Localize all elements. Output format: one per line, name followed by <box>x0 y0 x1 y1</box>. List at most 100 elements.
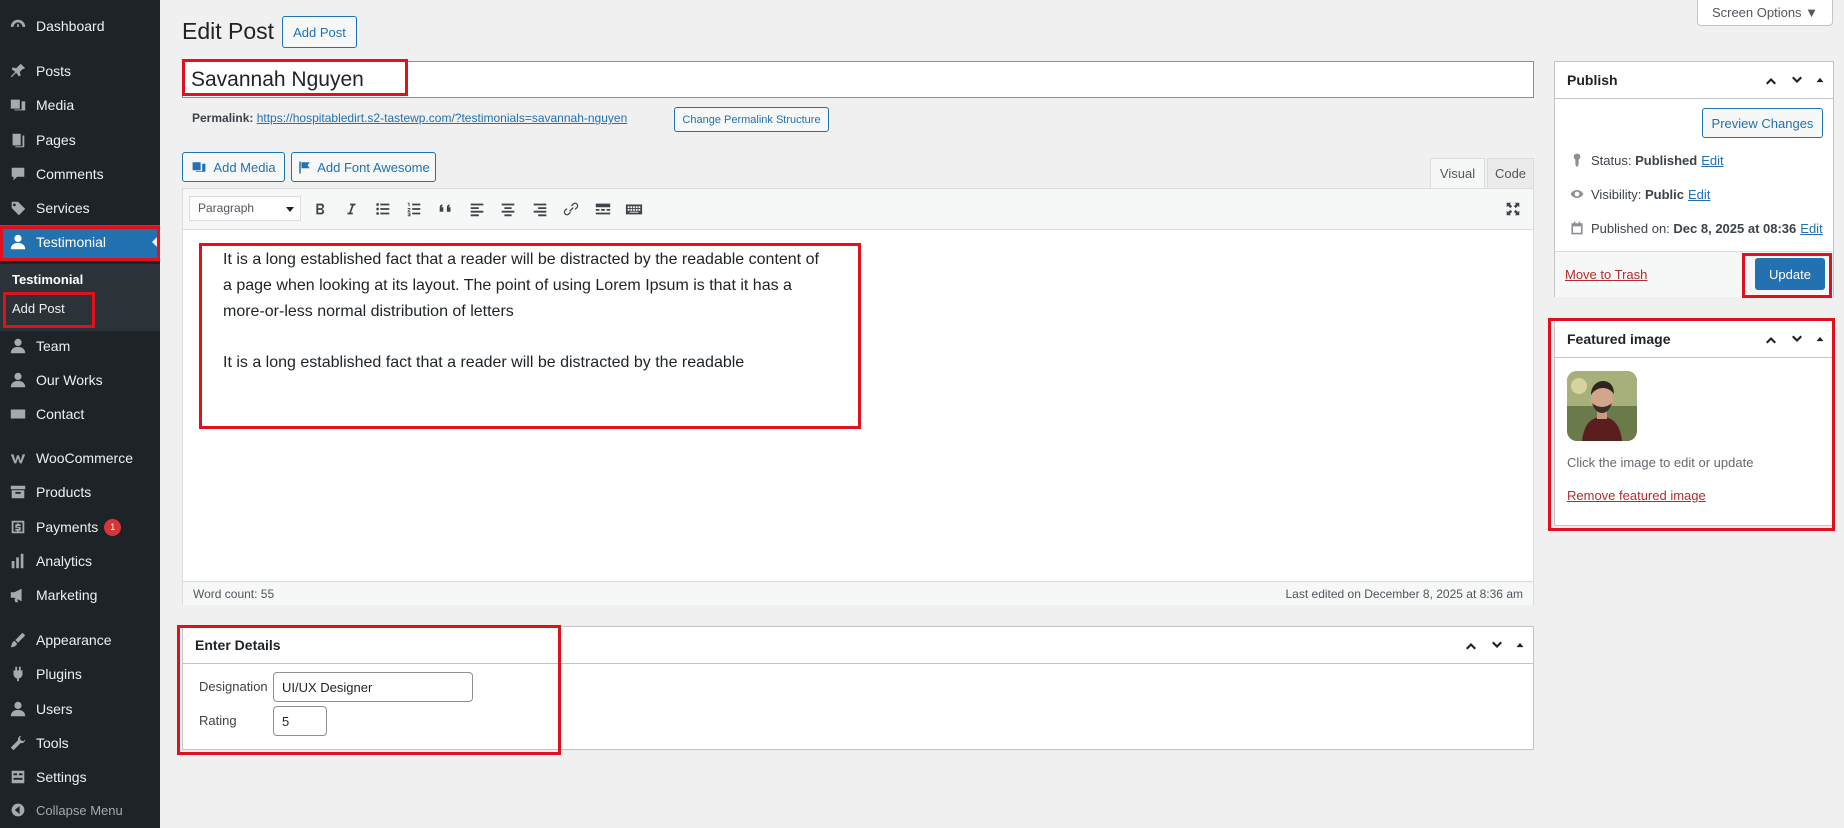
sidebar-item-label: Dashboard <box>36 18 105 34</box>
featured-controls <box>1761 329 1827 349</box>
sidebar-item-label: Marketing <box>36 587 98 603</box>
add-media-button[interactable]: Add Media <box>182 152 285 182</box>
update-button[interactable]: Update <box>1755 258 1825 290</box>
sidebar-item-analytics[interactable]: Analytics <box>0 544 160 578</box>
sidebar-item-marketing[interactable]: Marketing <box>0 578 160 612</box>
collapse-menu-label: Collapse Menu <box>36 802 123 818</box>
add-post-button[interactable]: Add Post <box>282 16 357 48</box>
sidebar-item-woocommerce[interactable]: WooCommerce <box>0 441 160 475</box>
sidebar-item-label: Contact <box>36 406 85 422</box>
link-icon[interactable] <box>560 198 582 220</box>
admin-sidebar: Dashboard Posts Media Pages Comments Ser… <box>0 0 160 828</box>
sidebar-item-contact[interactable]: Contact <box>0 397 160 431</box>
read-more-icon[interactable] <box>592 198 614 220</box>
preview-changes-button[interactable]: Preview Changes <box>1702 108 1823 138</box>
sidebar-item-comments[interactable]: Comments <box>0 157 160 191</box>
sidebar-item-label: Pages <box>36 132 76 148</box>
permalink-label: Permalink: <box>192 111 254 125</box>
publish-header: Publish <box>1555 62 1833 99</box>
screen-options-button[interactable]: Screen Options ▼ <box>1697 0 1833 26</box>
enter-details-metabox: Enter Details Designation Rating <box>182 626 1534 750</box>
fullscreen-icon[interactable] <box>1502 198 1524 220</box>
sidebar-item-dashboard[interactable]: Dashboard <box>0 9 160 43</box>
sidebar-item-pages[interactable]: Pages <box>0 123 160 157</box>
change-permalink-button[interactable]: Change Permalink Structure <box>674 107 829 132</box>
bold-icon[interactable] <box>309 198 331 220</box>
dollar-icon <box>0 518 36 536</box>
sidebar-item-settings[interactable]: Settings <box>0 760 160 794</box>
published-edit-link[interactable]: Edit <box>1800 221 1822 236</box>
move-up-icon[interactable] <box>1461 635 1481 655</box>
align-left-icon[interactable] <box>466 198 488 220</box>
sidebar-item-testimonial[interactable]: Testimonial <box>0 225 160 259</box>
megaphone-icon <box>0 586 36 604</box>
bullet-list-icon[interactable] <box>372 198 394 220</box>
move-down-icon[interactable] <box>1487 635 1507 655</box>
keyboard-icon[interactable] <box>623 198 645 220</box>
tab-visual[interactable]: Visual <box>1430 158 1485 189</box>
align-center-icon[interactable] <box>497 198 519 220</box>
toggle-panel-icon[interactable] <box>1513 635 1527 655</box>
post-title-input[interactable] <box>182 61 1534 98</box>
archive-icon <box>0 483 36 501</box>
toggle-panel-icon[interactable] <box>1813 329 1827 349</box>
editor-content[interactable]: It is a long established fact that a rea… <box>223 247 823 401</box>
woo-icon <box>0 449 36 467</box>
status-edit-link[interactable]: Edit <box>1701 153 1723 168</box>
submenu-item-add-post[interactable]: Add Post <box>12 301 65 316</box>
sidebar-item-our-works[interactable]: Our Works <box>0 363 160 397</box>
publish-controls <box>1761 70 1827 90</box>
format-select[interactable]: Paragraph <box>189 196 301 221</box>
visibility-edit-link[interactable]: Edit <box>1688 187 1710 202</box>
sidebar-item-team[interactable]: Team <box>0 329 160 363</box>
move-down-icon[interactable] <box>1787 329 1807 349</box>
featured-title: Featured image <box>1567 331 1671 347</box>
italic-icon[interactable] <box>340 198 362 220</box>
visibility-row: Visibility: Public Edit <box>1569 186 1710 202</box>
move-down-icon[interactable] <box>1787 70 1807 90</box>
sidebar-item-payments[interactable]: Payments 1 <box>0 510 160 544</box>
submenu-title[interactable]: Testimonial <box>12 272 83 287</box>
featured-image-thumbnail[interactable] <box>1567 371 1637 441</box>
move-to-trash-link[interactable]: Move to Trash <box>1565 267 1647 282</box>
metabox-controls <box>1461 635 1527 655</box>
add-font-awesome-button[interactable]: Add Font Awesome <box>291 152 436 182</box>
sidebar-item-media[interactable]: Media <box>0 88 160 122</box>
sidebar-item-label: Comments <box>36 166 104 182</box>
editor-status-bar: Word count: 55 Last edited on December 8… <box>183 581 1533 605</box>
tab-code[interactable]: Code <box>1487 158 1534 189</box>
flag-icon <box>297 160 312 175</box>
sidebar-item-users[interactable]: Users <box>0 692 160 726</box>
sidebar-item-label: Products <box>36 484 92 500</box>
brush-icon <box>0 631 36 649</box>
post-editor: Paragraph It is a long established fact … <box>182 188 1534 605</box>
rating-input[interactable] <box>273 706 327 736</box>
sidebar-item-label: Testimonial <box>36 234 107 250</box>
dashboard-icon <box>0 17 36 35</box>
move-up-icon[interactable] <box>1761 329 1781 349</box>
blockquote-icon[interactable] <box>435 198 457 220</box>
status-row: Status: Published Edit <box>1569 152 1724 168</box>
sidebar-item-label: Tools <box>36 735 69 751</box>
numbered-list-icon[interactable] <box>403 198 425 220</box>
align-right-icon[interactable] <box>529 198 551 220</box>
chevron-down-icon <box>286 207 294 212</box>
remove-featured-image-link[interactable]: Remove featured image <box>1567 488 1706 503</box>
sidebar-item-tools[interactable]: Tools <box>0 726 160 760</box>
sidebar-item-appearance[interactable]: Appearance <box>0 623 160 657</box>
permalink-link[interactable]: https://hospitabledirt.s2-tastewp.com/?t… <box>257 111 628 125</box>
sidebar-item-posts[interactable]: Posts <box>0 54 160 88</box>
sidebar-item-services[interactable]: Services <box>0 191 160 225</box>
sidebar-item-products[interactable]: Products <box>0 475 160 509</box>
collapse-menu-button[interactable]: Collapse Menu <box>0 797 160 823</box>
move-up-icon[interactable] <box>1761 70 1781 90</box>
toggle-panel-icon[interactable] <box>1813 70 1827 90</box>
sidebar-item-plugins[interactable]: Plugins <box>0 657 160 691</box>
word-count: Word count: 55 <box>193 587 275 601</box>
designation-input[interactable] <box>273 672 473 702</box>
format-select-value: Paragraph <box>198 201 255 215</box>
settings-icon <box>0 768 36 786</box>
featured-hint: Click the image to edit or update <box>1567 455 1754 470</box>
sidebar-item-label: Appearance <box>36 632 112 648</box>
sidebar-item-label: Posts <box>36 63 72 79</box>
